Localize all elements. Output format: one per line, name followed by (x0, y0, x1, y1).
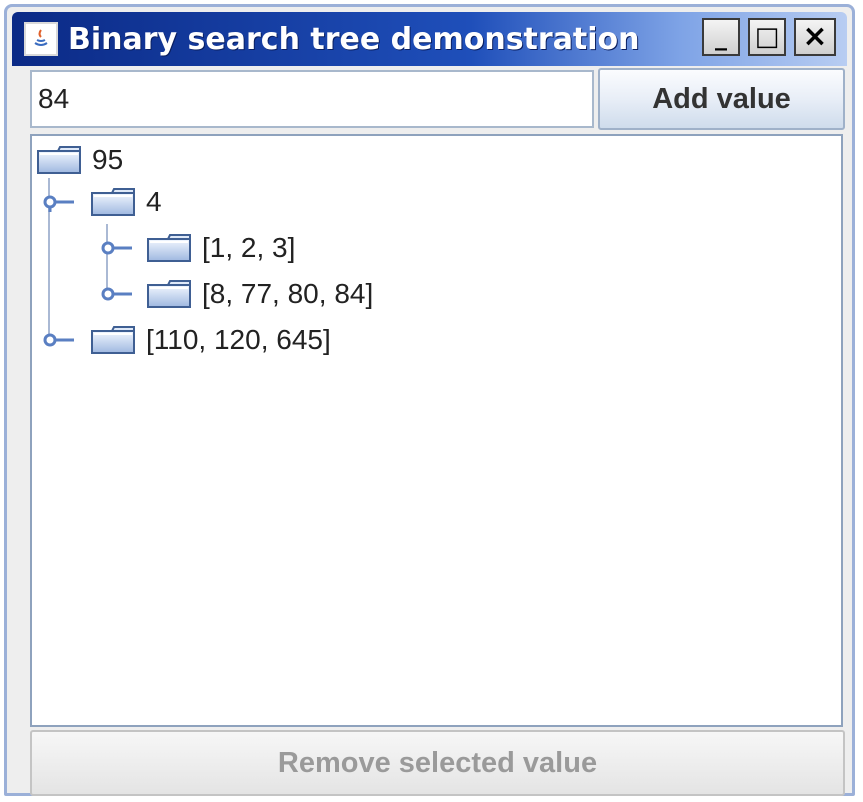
maximize-button[interactable]: □ (748, 18, 786, 56)
tree-node[interactable]: [1, 2, 3] (146, 228, 295, 268)
collapsed-handle-icon[interactable] (100, 284, 134, 304)
tree-node-label: 4 (146, 186, 162, 217)
tree-node-label: [8, 77, 80, 84] (202, 278, 374, 309)
tree-node-root[interactable]: 95 (36, 140, 123, 180)
java-app-icon[interactable] (24, 22, 58, 56)
tree-node[interactable]: 4 (90, 182, 162, 222)
folder-icon (90, 187, 136, 217)
tree-node[interactable]: [110, 120, 645] (90, 320, 331, 360)
tree-node-label: 95 (92, 144, 124, 175)
expanded-handle-icon[interactable] (42, 192, 76, 212)
remove-selected-label: Remove selected value (277, 746, 598, 779)
tree-view[interactable]: 95 4 [1, 2, 3] [8, 77, 80, 84] [110, 120… (30, 134, 843, 727)
folder-icon (90, 325, 136, 355)
collapsed-handle-icon[interactable] (100, 238, 134, 258)
close-button[interactable]: × (794, 18, 836, 56)
window-title: Binary search tree demonstration (68, 22, 640, 57)
tree-node[interactable]: [8, 77, 80, 84] (146, 274, 373, 314)
collapsed-handle-icon[interactable] (42, 330, 76, 350)
tree-node-label: [110, 120, 645] (146, 324, 331, 355)
tree-node-label: [1, 2, 3] (202, 232, 296, 263)
minimize-button[interactable]: _ (702, 18, 740, 56)
maximize-icon: □ (754, 22, 780, 52)
remove-selected-button[interactable]: Remove selected value (30, 730, 845, 796)
close-icon: × (802, 19, 828, 54)
folder-icon (146, 279, 192, 309)
add-value-button[interactable]: Add value (598, 68, 845, 130)
folder-icon (36, 145, 82, 175)
minimize-icon: _ (715, 23, 727, 51)
value-input[interactable]: 84 (30, 70, 594, 128)
folder-icon (146, 233, 192, 263)
add-value-label: Add value (652, 82, 791, 115)
